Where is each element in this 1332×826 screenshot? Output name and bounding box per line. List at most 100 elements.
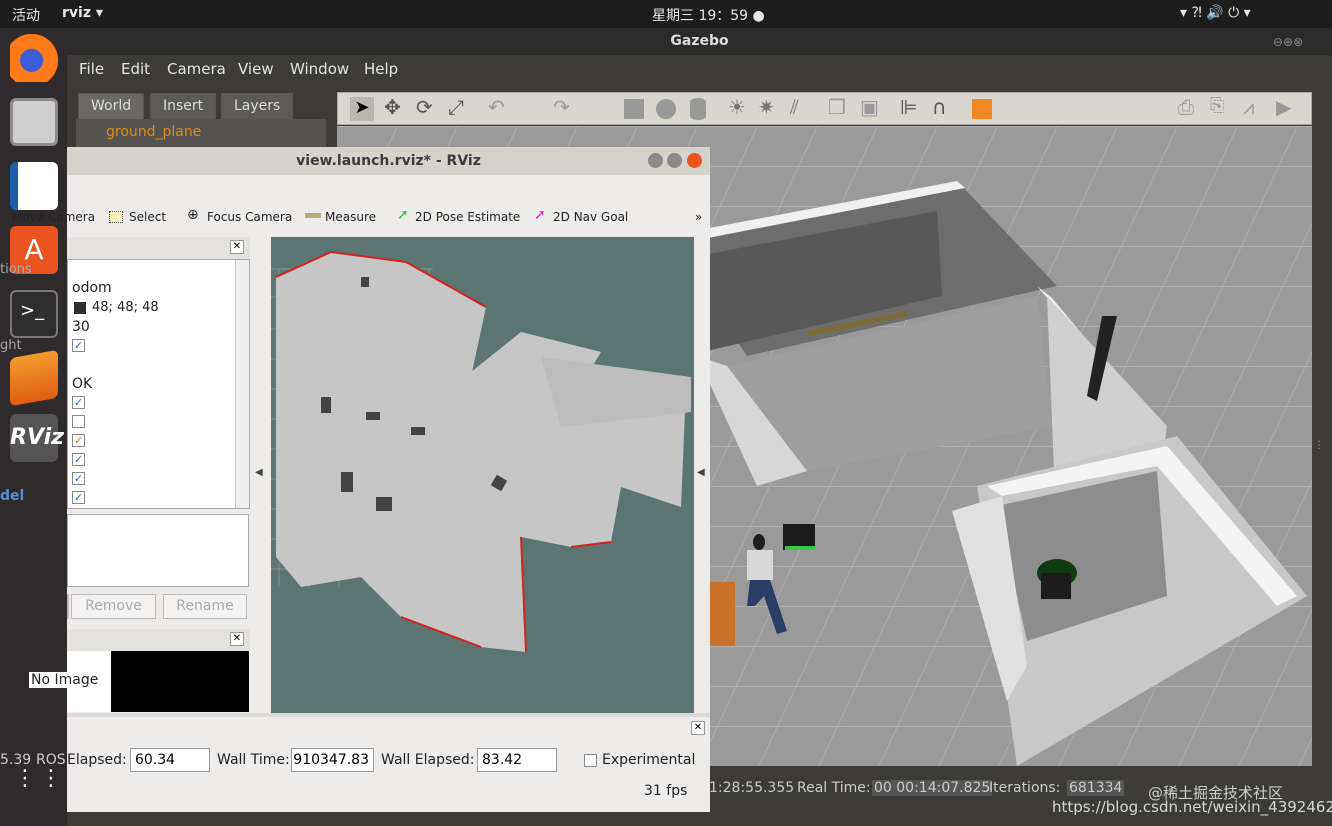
display-checkbox[interactable]: ✓ [72, 472, 85, 485]
tool-move-camera[interactable]: Move Camera [12, 210, 95, 224]
color-swatch[interactable] [74, 302, 86, 314]
wall-time-field[interactable]: 5910347.83 [291, 748, 374, 772]
wall-elapsed-label: Wall Elapsed: [381, 752, 475, 768]
menu-camera[interactable]: Camera [167, 60, 226, 78]
displays-header [67, 237, 250, 259]
display-checkbox[interactable]: ✓ [72, 491, 85, 504]
select-tool-icon[interactable]: ➤ [350, 97, 374, 121]
experimental-label: Experimental [602, 752, 696, 768]
collapse-right-icon[interactable]: ◀ [697, 467, 705, 478]
experimental-checkbox[interactable] [584, 754, 597, 767]
display-checkbox[interactable] [72, 415, 85, 428]
sim-time-value: 1:28:55.355 [709, 780, 795, 796]
copy-icon[interactable]: ❐ [828, 95, 846, 119]
fixed-frame-value[interactable]: odom [72, 280, 112, 296]
rotate-tool-icon[interactable]: ⟳ [416, 95, 433, 119]
display-description [67, 514, 249, 587]
rviz-map-view[interactable] [271, 237, 694, 713]
change-view-icon[interactable] [972, 99, 992, 119]
box-shape-icon[interactable] [624, 99, 644, 119]
menu-edit[interactable]: Edit [121, 60, 150, 78]
frame-rate-value[interactable]: 30 [72, 319, 90, 335]
display-checkbox[interactable]: ✓ [72, 396, 85, 409]
toolbar-overflow[interactable]: » [695, 210, 702, 224]
menu-file[interactable]: File [79, 60, 104, 78]
align-icon[interactable]: ⊫ [900, 95, 917, 119]
tool-2d-pose-estimate[interactable]: 2D Pose Estimate [415, 210, 520, 224]
displays-close-icon[interactable]: ✕ [230, 240, 244, 254]
displays-scrollbar[interactable] [235, 260, 249, 508]
wall-time-label: Wall Time: [217, 752, 290, 768]
tab-layers[interactable]: Layers [221, 93, 294, 120]
menu-window[interactable]: Window [290, 60, 349, 78]
video-record-icon[interactable]: ▶ [1276, 95, 1291, 119]
image-panel-close-icon[interactable]: ✕ [230, 632, 244, 646]
panel-handle[interactable]: ⋮ [1314, 440, 1324, 451]
option-checkbox[interactable]: ✓ [72, 339, 85, 352]
dock-partial-label-2: tions [0, 262, 32, 277]
image-panel-header [67, 629, 250, 651]
scale-tool-icon[interactable]: ⤢ [448, 95, 464, 119]
point-light-icon[interactable]: ☀ [728, 95, 746, 119]
cylinder-shape-icon[interactable] [690, 98, 706, 120]
rename-button[interactable]: Rename [163, 594, 247, 619]
left-status-value: 5.39 [0, 752, 32, 768]
snap-icon[interactable]: ∩ [932, 95, 947, 119]
displays-tree: odom 48; 48; 48 30 ✓ OK ✓ ✓ ✓ ✓ ✓ [67, 259, 250, 509]
clock[interactable]: 星期三 19：59 ● [652, 5, 765, 25]
rviz-window-title: view.launch.rviz* - RViz [67, 147, 710, 175]
translate-tool-icon[interactable]: ✥ [384, 95, 401, 119]
paste-icon[interactable]: ▣ [860, 95, 879, 119]
tree-item-ground-plane[interactable]: ground_plane [106, 124, 201, 140]
watermark-url: https://blog.csdn.net/weixin_43924621 [1052, 798, 1332, 816]
gazebo-icon[interactable] [10, 349, 58, 407]
tool-select[interactable]: Select [129, 210, 166, 224]
tab-world[interactable]: World [78, 93, 145, 120]
menu-help[interactable]: Help [364, 60, 398, 78]
tab-insert[interactable]: Insert [150, 93, 217, 120]
terminal-icon[interactable]: >_ [10, 290, 58, 338]
directional-light-icon[interactable]: ⫽ [790, 95, 799, 119]
ros-label: ROS [36, 752, 66, 768]
close-button[interactable] [687, 153, 702, 168]
sphere-shape-icon[interactable] [656, 99, 676, 119]
spot-light-icon[interactable]: ✷ [758, 95, 775, 119]
redo-icon[interactable]: ↷ [553, 95, 570, 119]
minimize-button[interactable] [648, 153, 663, 168]
splitter[interactable] [67, 713, 710, 717]
dock-partial-label: del [0, 488, 25, 504]
world-tree: ground_plane [76, 119, 326, 149]
remove-button[interactable]: Remove [71, 594, 156, 619]
display-checkbox[interactable]: ✓ [72, 434, 85, 447]
elapsed-label: Elapsed: [67, 752, 127, 768]
undo-icon[interactable]: ↶ [488, 95, 505, 119]
plot-icon[interactable]: ⩘ [1243, 95, 1254, 119]
app-menu[interactable]: rviz ▾ [62, 5, 103, 21]
screenshot-icon[interactable]: ⎙ [1178, 95, 1194, 119]
wall-elapsed-field[interactable]: 83.42 [477, 748, 557, 772]
no-image-label: No Image [29, 672, 101, 688]
global-status-value: OK [72, 376, 93, 392]
tool-2d-nav-goal[interactable]: 2D Nav Goal [553, 210, 628, 224]
fps-label: 31 fps [644, 783, 688, 799]
duplicate-button[interactable] [67, 594, 69, 619]
maximize-button[interactable] [667, 153, 682, 168]
gazebo-window-controls[interactable]: ⊖⊕⊗ [1273, 35, 1303, 49]
iterations-label: Iterations: [989, 780, 1061, 796]
activities-button[interactable]: 活动 [12, 5, 40, 25]
tool-focus-camera[interactable]: Focus Camera [207, 210, 292, 224]
collapse-left-icon[interactable]: ◀ [255, 467, 263, 478]
tool-measure[interactable]: Measure [325, 210, 376, 224]
nav-goal-icon: ➚ [534, 207, 546, 223]
log-icon[interactable]: ⎘ [1210, 95, 1224, 116]
menu-view[interactable]: View [238, 60, 274, 78]
elapsed-field[interactable]: 60.34 [130, 748, 210, 772]
firefox-icon[interactable] [10, 34, 58, 82]
rviz-icon[interactable]: RViz [10, 414, 64, 462]
writer-icon[interactable] [10, 162, 58, 210]
system-tray-icons[interactable]: ▾ ⁈ 🔊 ⏻ ▾ [1180, 5, 1251, 21]
background-color-value[interactable]: 48; 48; 48 [92, 300, 159, 315]
time-panel-close-icon[interactable]: ✕ [691, 721, 705, 735]
files-icon[interactable] [10, 98, 58, 146]
display-checkbox[interactable]: ✓ [72, 453, 85, 466]
